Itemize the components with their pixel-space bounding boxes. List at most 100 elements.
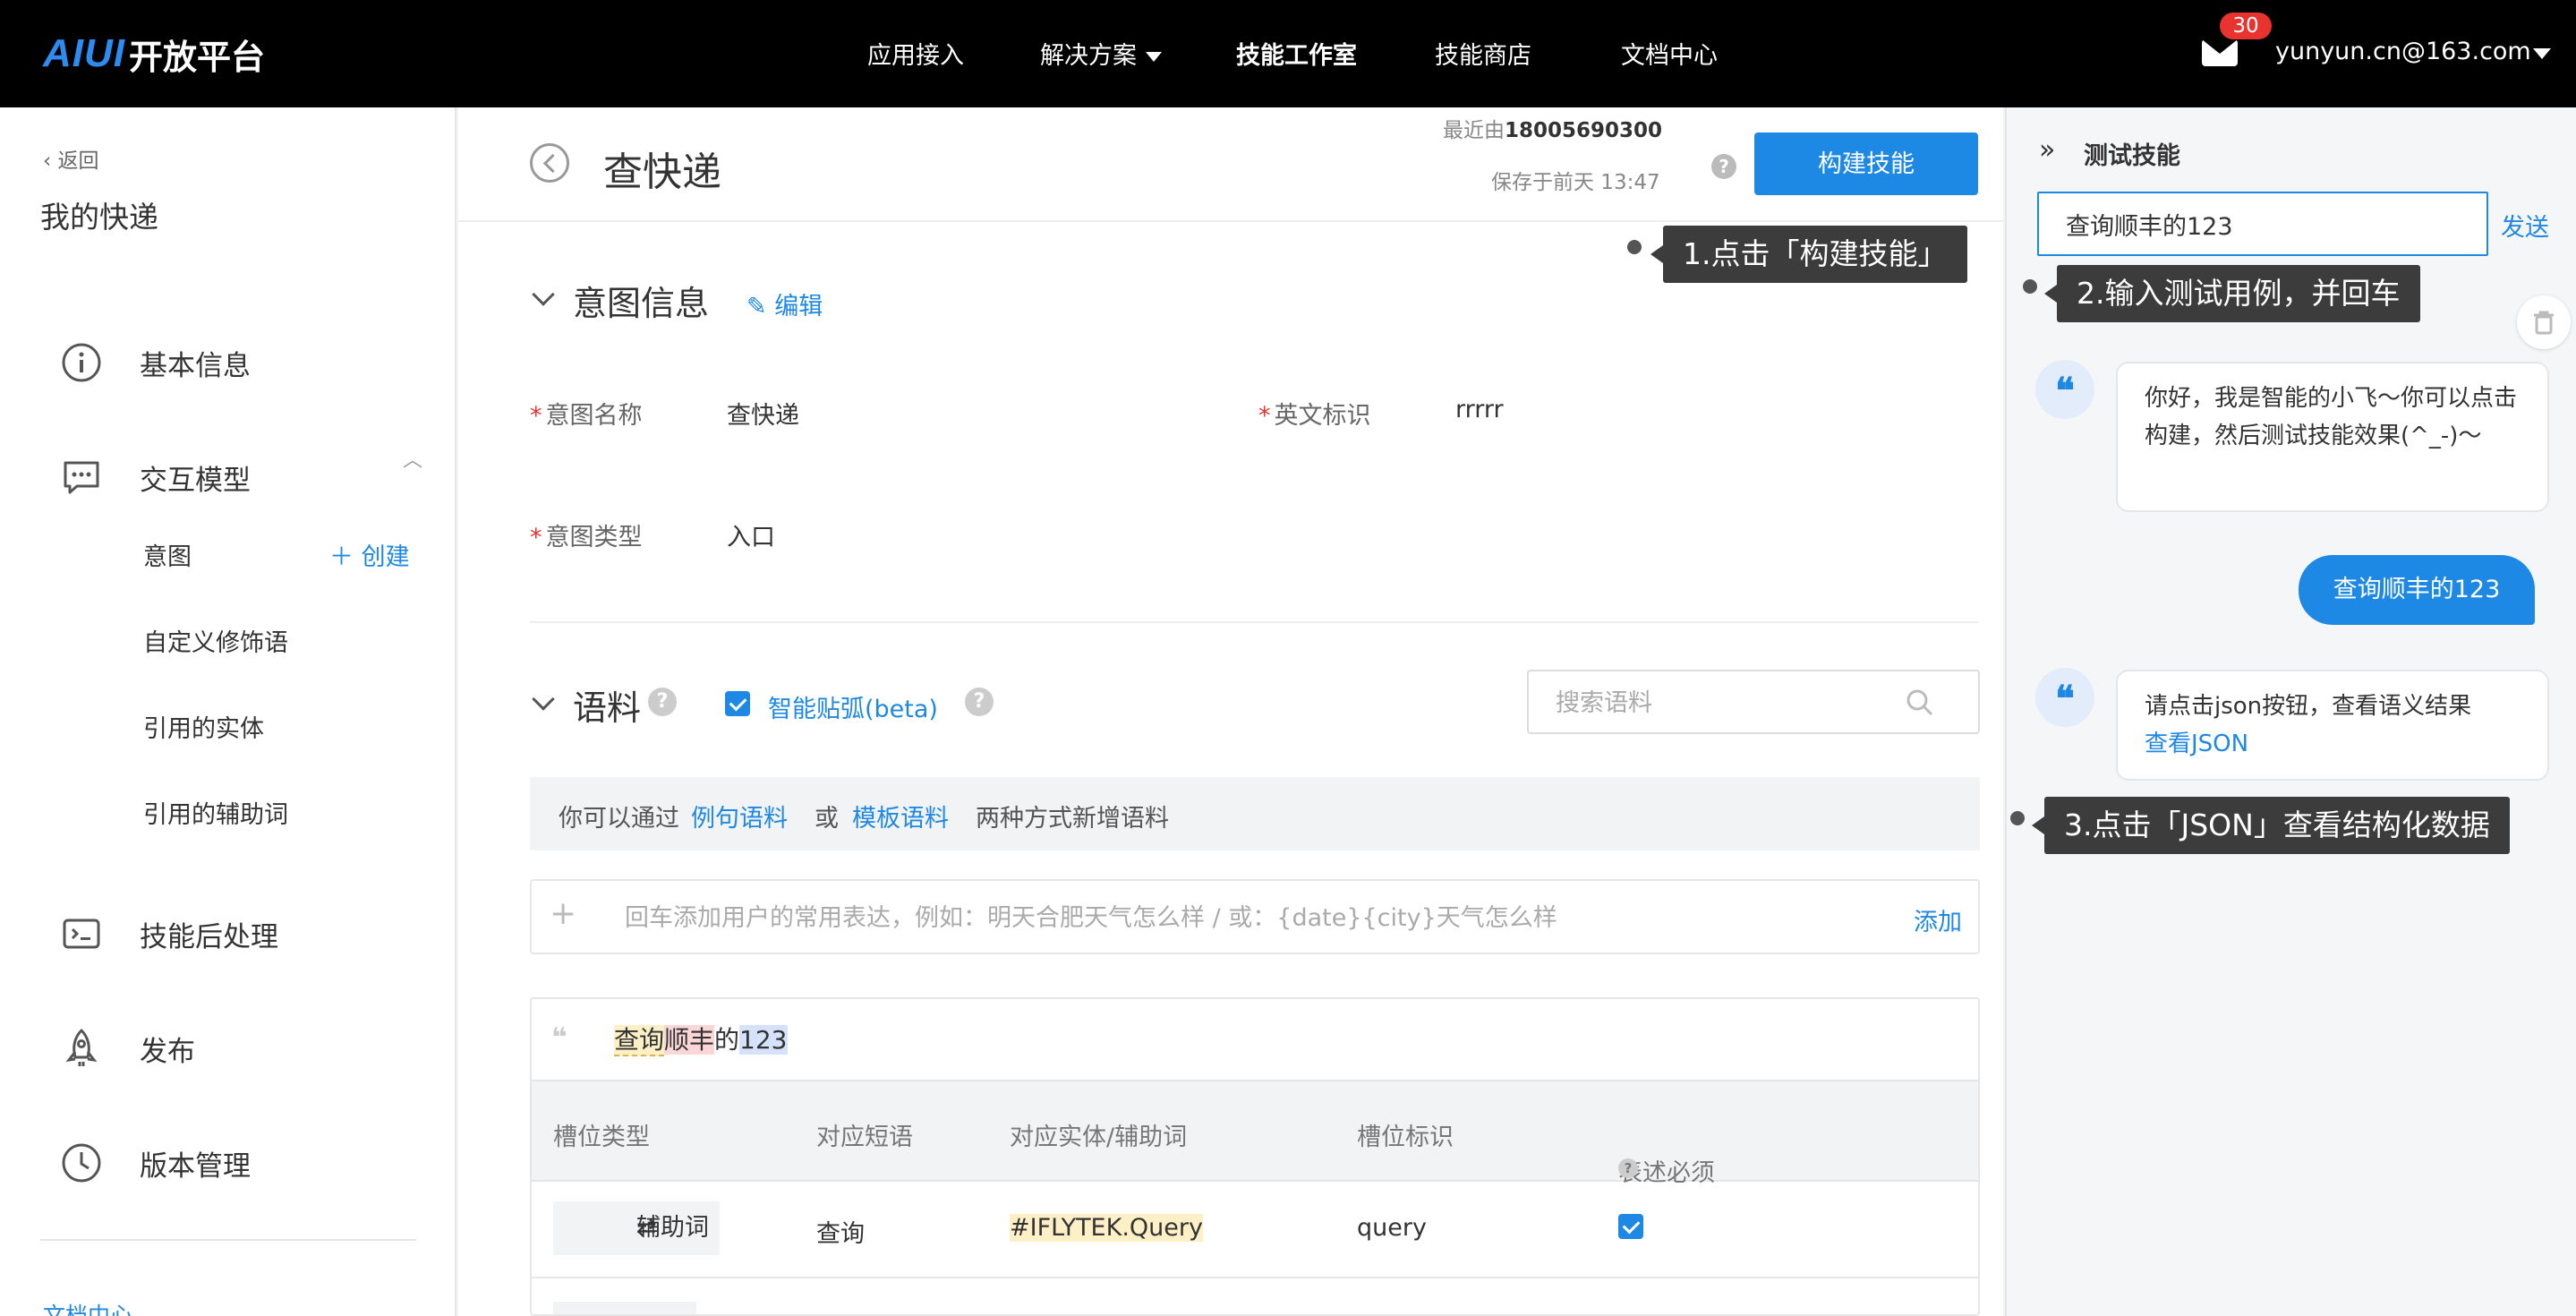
back-arrow-icon[interactable] bbox=[530, 143, 569, 183]
trash-icon[interactable] bbox=[2517, 295, 2571, 349]
view-json-link[interactable]: 查看JSON bbox=[2145, 725, 2521, 763]
corpus-info-banner: 你可以通过 例句语料 或 模板语料 两种方式新增语料 bbox=[530, 777, 1980, 850]
info-suffix: 两种方式新增语料 bbox=[976, 805, 1169, 833]
rocket-icon bbox=[59, 1026, 104, 1071]
terminal-icon bbox=[59, 911, 104, 956]
quote-icon: ❝ bbox=[551, 1022, 567, 1054]
segment-number[interactable]: 123 bbox=[739, 1025, 788, 1055]
chevron-up-icon[interactable]: ︿ bbox=[403, 444, 422, 473]
recent-editor: 最近由18005690300 bbox=[1443, 113, 1662, 143]
sidebar-item-basic-info[interactable]: 基本信息 bbox=[59, 340, 251, 385]
intent-type-label: * 意图类型 bbox=[530, 524, 643, 551]
page-title: 查快递 bbox=[603, 150, 721, 195]
sidebar-doc-center-link[interactable]: 文档中心 bbox=[43, 1298, 132, 1316]
edit-label: 编辑 bbox=[774, 293, 823, 320]
sidebar-title: 我的快递 bbox=[40, 200, 158, 235]
mail-icon[interactable] bbox=[2202, 38, 2238, 66]
sidebar-item-version-management[interactable]: 版本管理 bbox=[59, 1141, 251, 1185]
sidebar-item-label: 版本管理 bbox=[140, 1149, 251, 1183]
plus-icon: ＋ bbox=[329, 543, 354, 571]
help-icon[interactable]: ? bbox=[648, 688, 677, 716]
sidebar-sub-intent[interactable]: 意图 bbox=[143, 537, 192, 572]
segment-particle: 的 bbox=[714, 1025, 740, 1055]
english-id-value: rrrrr bbox=[1455, 396, 1504, 423]
bot-message: 你好，我是智能的小飞～你可以点击构建，然后测试技能效果(^_-)～ bbox=[2145, 385, 2518, 449]
help-icon[interactable]: ? bbox=[1618, 1158, 1638, 1178]
nav-solutions-label: 解决方案 bbox=[1040, 42, 1137, 70]
column-header: 槽位类型 bbox=[553, 1124, 650, 1151]
user-account[interactable]: yunyun.cn@163.com bbox=[2275, 38, 2531, 65]
mail-badge: 30 bbox=[2220, 13, 2272, 39]
build-skill-button[interactable]: 构建技能 bbox=[1754, 132, 1978, 195]
help-icon[interactable]: ? bbox=[965, 688, 994, 716]
intent-name-label: * 意图名称 bbox=[530, 402, 643, 430]
intent-section-title: 意图信息 bbox=[573, 284, 710, 323]
logo-mark: AIUI bbox=[43, 31, 125, 75]
slot-type-toggle[interactable]: 辅助词 ⇄ bbox=[553, 1201, 720, 1255]
callout-test-input: 2.输入测试用例，并回车 bbox=[2044, 265, 2420, 322]
chat-icon bbox=[59, 455, 104, 500]
help-icon[interactable]: ? bbox=[1711, 154, 1736, 179]
corpus-sentence[interactable]: 查询顺丰的123 bbox=[614, 1021, 788, 1056]
logo-text: 开放平台 bbox=[129, 37, 266, 77]
back-link[interactable]: ‹ 返回 bbox=[43, 143, 99, 174]
required-checkbox[interactable] bbox=[1618, 1214, 1643, 1239]
top-navigation-bar: AIUI 开放平台 应用接入 解决方案 技能工作室 技能商店 文档中心 30 y… bbox=[0, 0, 2576, 107]
intent-type-value: 入口 bbox=[727, 524, 775, 551]
chevron-down-icon[interactable] bbox=[2533, 48, 2551, 59]
nav-app-access[interactable]: 应用接入 bbox=[867, 36, 964, 71]
sidebar-item-label: 发布 bbox=[140, 1035, 195, 1068]
slot-type-toggle[interactable] bbox=[553, 1302, 696, 1314]
create-label: 创建 bbox=[361, 543, 410, 571]
smart-label-checkbox[interactable] bbox=[725, 691, 750, 716]
corpus-card: ❝ 查询顺丰的123 槽位类型 对应短语 对应实体/辅助词 槽位标识 表述必须 … bbox=[530, 997, 1980, 1316]
test-input[interactable] bbox=[2037, 192, 2488, 256]
back-link-label: 返回 bbox=[57, 150, 99, 173]
corpus-search bbox=[1527, 670, 1980, 734]
user-message-bubble: 查询顺丰的123 bbox=[2299, 555, 2535, 625]
sidebar-item-label: 基本信息 bbox=[140, 349, 251, 382]
chevron-down-icon bbox=[1146, 52, 1162, 62]
template-corpus-link[interactable]: 模板语料 bbox=[852, 799, 949, 833]
column-header: 对应短语 bbox=[816, 1124, 913, 1151]
callout-dot bbox=[1627, 240, 1642, 254]
send-button[interactable]: 发送 bbox=[2501, 208, 2549, 243]
slot-id: query bbox=[1357, 1214, 1427, 1242]
chevron-down-icon[interactable] bbox=[532, 283, 555, 306]
nav-skill-studio[interactable]: 技能工作室 bbox=[1236, 36, 1357, 71]
nav-solutions[interactable]: 解决方案 bbox=[1040, 36, 1162, 71]
sidebar-sub-entities[interactable]: 引用的实体 bbox=[143, 709, 264, 744]
sidebar-sub-custom-modifier[interactable]: 自定义修饰语 bbox=[143, 623, 288, 658]
nav-doc-center[interactable]: 文档中心 bbox=[1621, 36, 1718, 71]
segment-company[interactable]: 顺丰 bbox=[664, 1025, 715, 1055]
sidebar-item-publish[interactable]: 发布 bbox=[59, 1026, 195, 1071]
sidebar-item-post-processing[interactable]: 技能后处理 bbox=[59, 911, 278, 956]
corpus-search-input[interactable] bbox=[1556, 686, 1905, 720]
sidebar-sub-auxiliary[interactable]: 引用的辅助词 bbox=[143, 795, 288, 830]
callout-build: 1.点击「构建技能」 bbox=[1651, 226, 1967, 283]
info-or: 或 bbox=[815, 805, 839, 833]
slot-entity[interactable]: #IFLYTEK.Query bbox=[1010, 1214, 1203, 1242]
pencil-icon: ✎ bbox=[746, 293, 767, 320]
clock-icon bbox=[59, 1141, 104, 1185]
chevron-down-icon[interactable] bbox=[532, 688, 555, 711]
sidebar-item-label: 交互模型 bbox=[140, 464, 251, 497]
callout-dot bbox=[2023, 279, 2037, 294]
segment-query[interactable]: 查询 bbox=[614, 1025, 665, 1056]
bot-message-bubble: 你好，我是智能的小飞～你可以点击构建，然后测试技能效果(^_-)～ bbox=[2116, 362, 2549, 512]
section-divider bbox=[530, 621, 1978, 623]
create-intent-button[interactable]: ＋ 创建 bbox=[329, 537, 410, 572]
add-corpus-input[interactable] bbox=[625, 901, 1788, 935]
info-icon bbox=[59, 340, 104, 385]
add-corpus-button[interactable]: 添加 bbox=[1914, 902, 1962, 937]
sidebar-item-interaction-model[interactable]: 交互模型 bbox=[59, 455, 251, 500]
callout-dot bbox=[2010, 811, 2025, 825]
edit-intent-button[interactable]: ✎ 编辑 bbox=[746, 286, 823, 321]
collapse-panel-icon[interactable]: » bbox=[2039, 134, 2055, 166]
recent-user: 18005690300 bbox=[1505, 119, 1663, 142]
search-icon[interactable] bbox=[1905, 688, 1935, 722]
nav-skill-store[interactable]: 技能商店 bbox=[1435, 36, 1531, 71]
example-corpus-link[interactable]: 例句语料 bbox=[691, 799, 788, 833]
column-header: 对应实体/辅助词 bbox=[1010, 1124, 1188, 1151]
logo[interactable]: AIUI 开放平台 bbox=[43, 30, 265, 77]
